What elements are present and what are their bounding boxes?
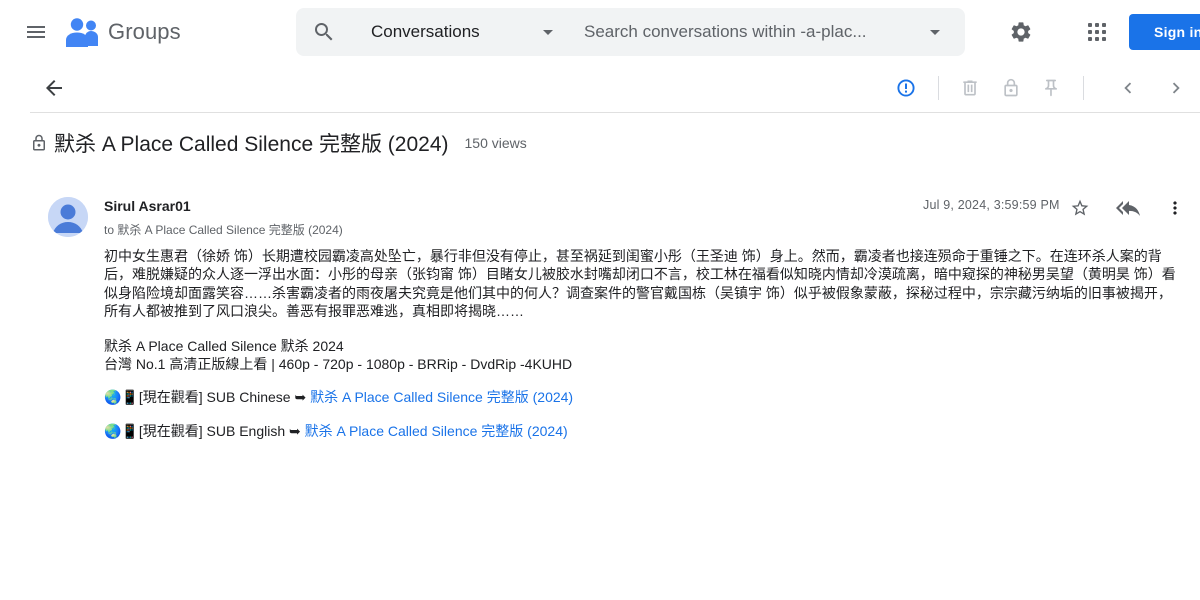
- groups-logo-icon: [66, 18, 98, 47]
- search-options-dropdown-icon[interactable]: [928, 27, 942, 37]
- more-vert-icon: [1173, 201, 1177, 215]
- conversation-header: 默杀 A Place Called Silence 完整版 (2024) 150…: [30, 128, 527, 158]
- search-input[interactable]: [584, 8, 884, 56]
- app-header: Groups Conversations Sign in: [0, 0, 1200, 64]
- message-line: 默杀 A Place Called Silence 默杀 2024: [104, 337, 344, 354]
- search-button[interactable]: [304, 12, 344, 52]
- delete-icon: [963, 80, 977, 96]
- previous-conversation-button[interactable]: [1108, 68, 1148, 108]
- arrow-back-icon: [46, 80, 62, 96]
- chevron-right-icon: [1172, 82, 1180, 94]
- more-options-button[interactable]: [1157, 190, 1193, 226]
- watch-link-row: 🌏📱[現在觀看] SUB English ➥ 默杀 A Place Called…: [104, 422, 1182, 440]
- person-avatar-icon: [48, 197, 88, 237]
- message-body: 初中女生惠君（徐娇 饰）长期遭校园霸凌高处坠亡，暴行非但没有停止，甚至祸延到闺蜜…: [104, 247, 1182, 456]
- chevron-left-icon: [1124, 82, 1132, 94]
- search-icon: [315, 23, 333, 41]
- message-recipient: to 默杀 A Place Called Silence 完整版 (2024): [104, 223, 343, 237]
- search-scope-select[interactable]: Conversations: [371, 8, 561, 56]
- dropdown-arrow-icon: [543, 30, 553, 35]
- watch-link-english[interactable]: 默杀 A Place Called Silence 完整版 (2024): [305, 423, 568, 439]
- next-conversation-button[interactable]: [1156, 68, 1196, 108]
- toolbar-divider: [1083, 76, 1084, 100]
- message-info-block: 默杀 A Place Called Silence 默杀 2024 台灣 No.…: [104, 337, 1182, 374]
- apps-grid-icon: [1088, 23, 1106, 41]
- groups-logo[interactable]: Groups: [66, 16, 181, 48]
- message-timestamp: Jul 9, 2024, 3:59:59 PM: [923, 198, 1060, 212]
- avatar[interactable]: [48, 197, 88, 237]
- watch-link-chinese[interactable]: 默杀 A Place Called Silence 完整版 (2024): [310, 389, 573, 405]
- search-scope-label: Conversations: [371, 22, 480, 41]
- watch-link-prefix: 🌏📱[現在觀看] SUB English ➥: [104, 422, 305, 439]
- reply-all-icon: [1116, 201, 1140, 216]
- delete-button[interactable]: [950, 68, 990, 108]
- message-author[interactable]: Sirul Asrar01: [104, 198, 191, 214]
- menu-icon: [27, 26, 45, 38]
- back-button[interactable]: [34, 68, 74, 108]
- app-name: Groups: [108, 19, 181, 44]
- conversation-toolbar: [30, 64, 1200, 113]
- locked-lock-icon: [33, 134, 45, 151]
- report-abuse-button[interactable]: [886, 68, 926, 108]
- message-synopsis: 初中女生惠君（徐娇 饰）长期遭校园霸凌高处坠亡，暴行非但没有停止，甚至祸延到闺蜜…: [104, 248, 1176, 320]
- reply-all-button[interactable]: [1110, 190, 1146, 226]
- gear-icon: [1011, 22, 1031, 42]
- view-count: 150 views: [464, 135, 527, 151]
- watch-link-prefix: 🌏📱[現在觀看] SUB Chinese ➥: [104, 389, 311, 406]
- sign-in-button[interactable]: Sign in: [1129, 14, 1200, 50]
- settings-button[interactable]: [1001, 12, 1041, 52]
- lock-icon: [1004, 78, 1018, 97]
- message-line: 台灣 No.1 高清正版線上看 | 460p - 720p - 1080p - …: [104, 356, 573, 373]
- lock-button[interactable]: [991, 68, 1031, 108]
- pin-icon: [1045, 79, 1057, 97]
- watch-link-row: 🌏📱[現在觀看] SUB Chinese ➥ 默杀 A Place Called…: [104, 388, 1182, 406]
- pin-button[interactable]: [1031, 68, 1071, 108]
- report-abuse-icon: [897, 79, 915, 97]
- conversation-title: 默杀 A Place Called Silence 完整版 (2024): [54, 133, 449, 156]
- star-outline-icon: [1071, 199, 1089, 216]
- search-bar: Conversations: [296, 8, 965, 56]
- star-button[interactable]: [1062, 190, 1098, 226]
- main-menu-button[interactable]: [16, 12, 56, 52]
- toolbar-divider: [938, 76, 939, 100]
- google-apps-button[interactable]: [1077, 12, 1117, 52]
